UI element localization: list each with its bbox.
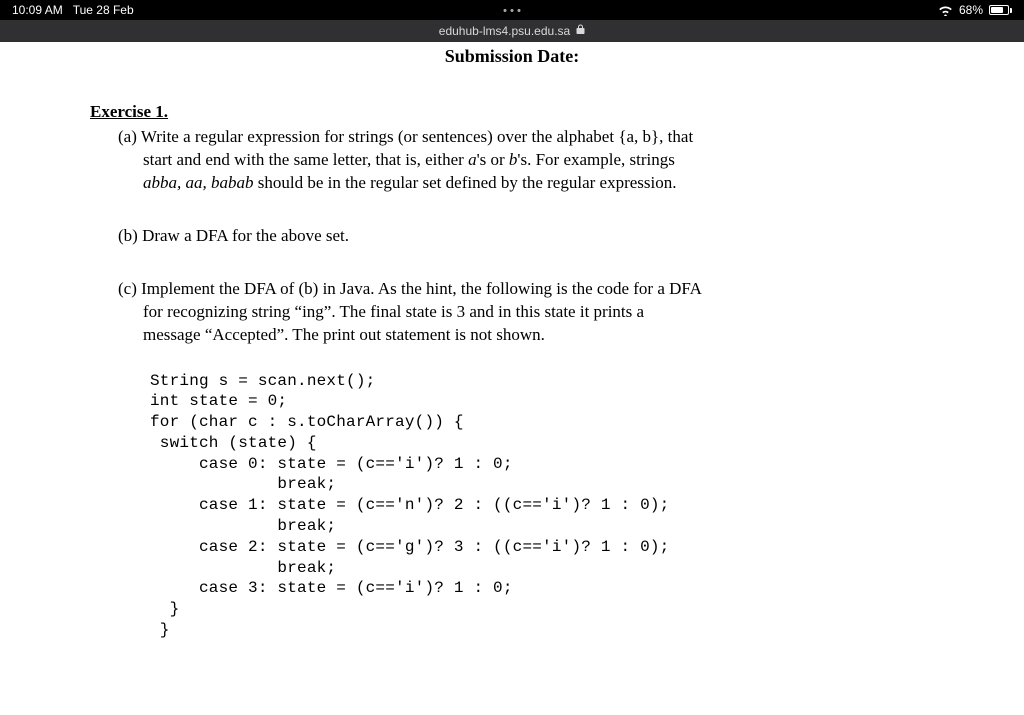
dot-icon [518, 9, 521, 12]
part-c-text: Implement the DFA of (b) in Java. As the… [141, 279, 702, 298]
part-a-text: Write a regular expression for strings (… [141, 127, 693, 146]
part-c-text: for recognizing string “ing”. The final … [143, 302, 644, 321]
italic-examples: abba, aa, babab [143, 173, 254, 192]
italic-a: a [468, 150, 477, 169]
part-b-text: Draw a DFA for the above set. [142, 226, 349, 245]
battery-icon [989, 5, 1012, 15]
part-a-text: 's. For example, strings [517, 150, 674, 169]
code-block: String s = scan.next(); int state = 0; f… [150, 371, 934, 641]
part-c-label: (c) [118, 279, 137, 298]
status-bar: 10:09 AM Tue 28 Feb 68% [0, 0, 1024, 20]
lock-icon [576, 24, 585, 38]
part-a-text: should be in the regular set defined by … [254, 173, 677, 192]
part-a-label: (a) [118, 127, 137, 146]
status-left: 10:09 AM Tue 28 Feb [12, 3, 134, 17]
submission-date-label: Submission Date: [0, 42, 1024, 67]
battery-percent: 68% [959, 3, 983, 17]
wifi-icon [938, 5, 953, 16]
part-a-text: start and end with the same letter, that… [143, 150, 468, 169]
multitask-dots[interactable] [503, 9, 522, 12]
part-a-text: 's or [477, 150, 509, 169]
page-body: Exercise 1. (a) Write a regular expressi… [0, 67, 1024, 641]
exercise-title: Exercise 1. [90, 101, 934, 124]
part-c-text: message “Accepted”. The print out statem… [143, 325, 545, 344]
part-b: (b) Draw a DFA for the above set. [118, 225, 934, 248]
part-b-label: (b) [118, 226, 138, 245]
status-time: 10:09 AM [12, 3, 63, 17]
part-a: (a) Write a regular expression for strin… [118, 126, 934, 195]
part-c: (c) Implement the DFA of (b) in Java. As… [118, 278, 934, 347]
dot-icon [504, 9, 507, 12]
dot-icon [511, 9, 514, 12]
status-right: 68% [938, 3, 1012, 17]
url-text: eduhub-lms4.psu.edu.sa [439, 24, 570, 38]
status-date: Tue 28 Feb [73, 3, 134, 17]
document-viewer[interactable]: Submission Date: Exercise 1. (a) Write a… [0, 42, 1024, 715]
url-bar[interactable]: eduhub-lms4.psu.edu.sa [0, 20, 1024, 42]
